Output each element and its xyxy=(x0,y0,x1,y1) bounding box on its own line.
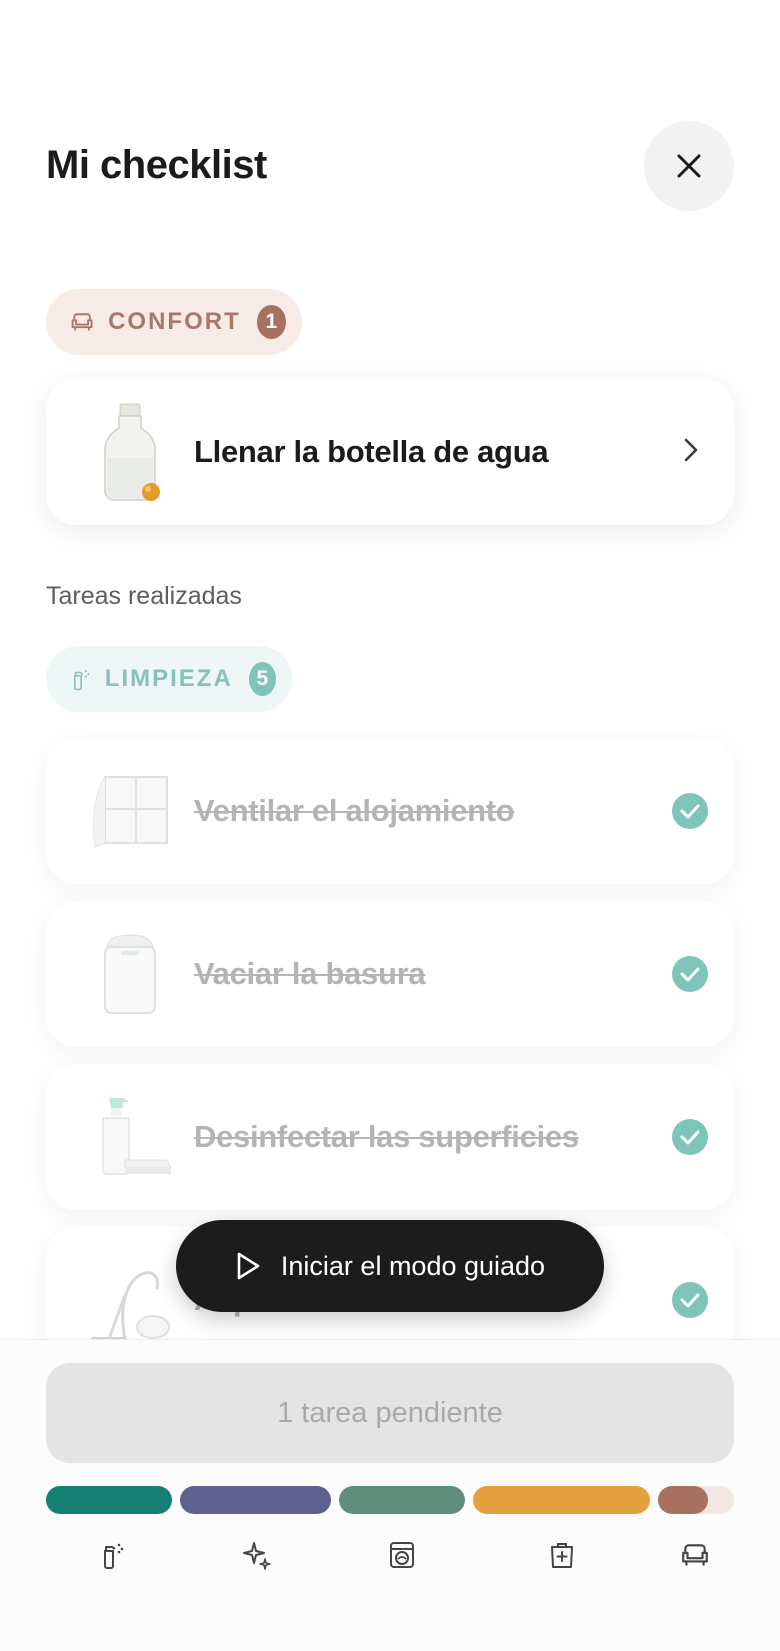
armchair-icon xyxy=(71,313,93,331)
task-card-llenar-botella[interactable]: Llenar la botella de agua xyxy=(46,379,734,525)
category-progress-bar xyxy=(46,1486,734,1514)
task-label: Llenar la botella de agua xyxy=(194,434,549,469)
check-icon xyxy=(672,793,708,829)
washing-machine-icon xyxy=(390,1542,414,1568)
check-icon xyxy=(672,1119,708,1155)
spray-icon xyxy=(73,669,90,691)
spray-icon xyxy=(104,1543,124,1569)
play-icon xyxy=(237,1252,260,1280)
tab-confort[interactable] xyxy=(675,1535,715,1575)
progress-segment-limpieza xyxy=(46,1486,172,1514)
armchair-icon xyxy=(682,1544,708,1566)
progress-segment-confort xyxy=(658,1486,708,1514)
progress-segment-lavanderia xyxy=(339,1486,465,1514)
category-count-badge: 1 xyxy=(256,305,286,339)
page-title: Mi checklist xyxy=(46,143,267,187)
task-card-ventilar[interactable]: Ventilar el alojamiento xyxy=(46,738,734,884)
task-label: Ventilar el alojamiento xyxy=(194,793,515,828)
water-bottle-image xyxy=(70,393,190,511)
window-image xyxy=(70,752,190,870)
chevron-right-icon xyxy=(684,438,698,462)
close-icon xyxy=(677,154,701,178)
pending-tasks-button[interactable]: 1 tarea pendiente xyxy=(46,1363,734,1463)
check-icon xyxy=(672,956,708,992)
task-label: Desinfectar las superficies xyxy=(194,1119,579,1154)
check-icon xyxy=(672,1282,708,1318)
task-card-desinfectar[interactable]: Desinfectar las superficies xyxy=(46,1064,734,1210)
tab-seguridad[interactable] xyxy=(542,1535,582,1575)
header: Mi checklist xyxy=(0,0,780,240)
first-aid-bag-icon xyxy=(551,1543,573,1568)
pending-tasks-label: 1 tarea pendiente xyxy=(277,1396,503,1429)
section-title-done: Tareas realizadas xyxy=(46,582,242,610)
category-label: LIMPIEZA xyxy=(104,665,233,692)
task-label: Vaciar la basura xyxy=(194,956,426,991)
category-chip-limpieza[interactable]: LIMPIEZA 5 xyxy=(46,646,292,712)
trash-bin-image xyxy=(70,915,190,1033)
task-card-vaciar-basura[interactable]: Vaciar la basura xyxy=(46,901,734,1047)
close-button[interactable] xyxy=(644,121,734,211)
tab-decoracion[interactable] xyxy=(237,1535,277,1575)
tab-limpieza[interactable] xyxy=(92,1535,132,1575)
category-count-badge: 5 xyxy=(248,662,276,696)
category-chip-confort[interactable]: CONFORT 1 xyxy=(46,289,302,355)
guided-mode-label: Iniciar el modo guiado xyxy=(280,1250,546,1281)
sparkles-icon xyxy=(243,1542,271,1570)
tab-lavanderia[interactable] xyxy=(382,1535,422,1575)
category-label: CONFORT xyxy=(108,308,241,335)
category-tabbar xyxy=(0,1535,780,1575)
vacuum-cleaner-image xyxy=(70,1241,190,1340)
progress-segment-decoracion xyxy=(180,1486,331,1514)
start-guided-mode-button[interactable]: Iniciar el modo guiado xyxy=(176,1220,604,1312)
footer: 1 tarea pendiente xyxy=(0,1339,780,1651)
spray-bottle-image xyxy=(70,1078,190,1196)
progress-segment-seguridad xyxy=(473,1486,650,1514)
